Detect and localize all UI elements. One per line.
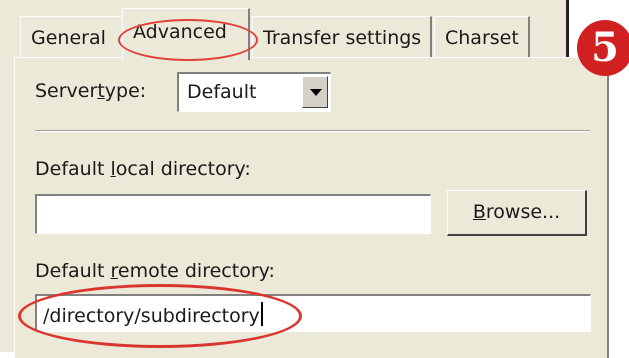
- local-directory-input[interactable]: [35, 194, 431, 234]
- text-caret: [260, 302, 263, 326]
- servertype-dropdown-button[interactable]: [302, 76, 328, 108]
- remote-directory-label: Default remote directory:: [35, 260, 275, 282]
- tab-advanced-label: Advanced: [133, 21, 227, 43]
- servertype-select-value: Default: [187, 81, 257, 103]
- tab-strip: General Advanced Transfer settings Chars…: [14, 8, 544, 61]
- tab-charset-label: Charset: [445, 27, 519, 49]
- servertype-label: Servertype:: [35, 80, 147, 102]
- site-settings-dialog: General Advanced Transfer settings Chars…: [0, 0, 629, 358]
- local-directory-label: Default local directory:: [35, 158, 251, 180]
- servertype-select[interactable]: Default: [177, 72, 331, 112]
- step-number-badge: 5: [577, 20, 629, 76]
- tab-transfer-settings[interactable]: Transfer settings: [252, 16, 432, 58]
- tab-transfer-settings-label: Transfer settings: [263, 27, 422, 49]
- tab-general[interactable]: General: [20, 16, 124, 58]
- tab-charset[interactable]: Charset: [434, 16, 530, 58]
- remote-directory-input[interactable]: /directory/subdirectory: [35, 294, 591, 332]
- chevron-down-icon: [310, 89, 322, 96]
- browse-button[interactable]: Browse...: [447, 190, 587, 236]
- tab-general-label: General: [31, 27, 106, 49]
- separator: [35, 130, 590, 132]
- tab-advanced[interactable]: Advanced: [122, 8, 250, 60]
- advanced-tab-panel: Servertype: Default Default local direct…: [14, 57, 609, 358]
- remote-directory-value: /directory/subdirectory: [43, 302, 263, 327]
